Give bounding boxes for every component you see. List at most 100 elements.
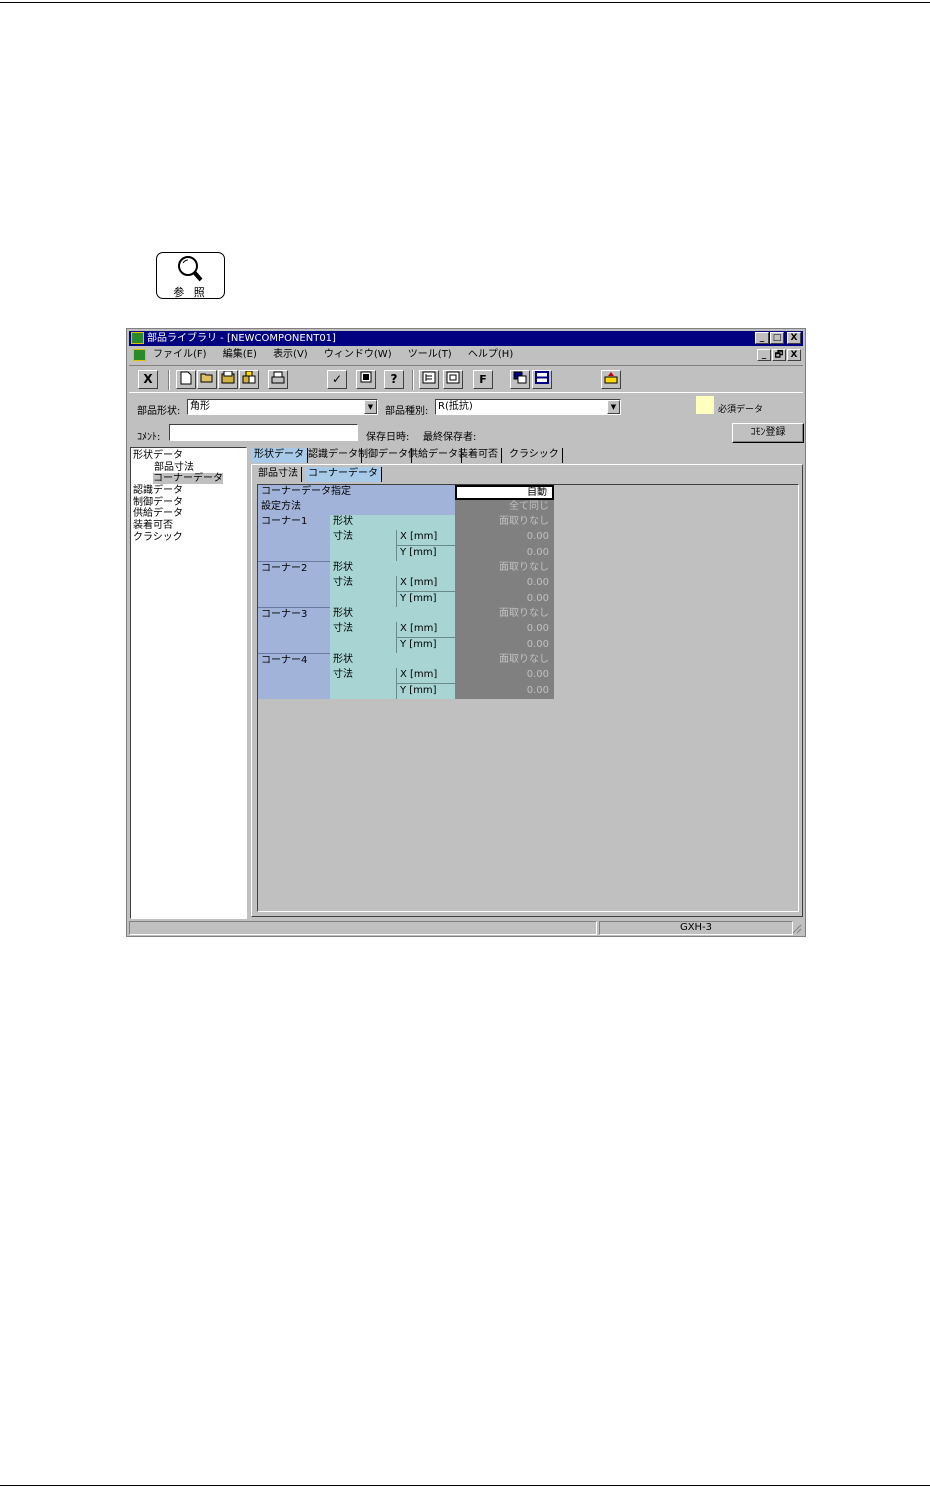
tree-item-part-size[interactable]: 部品寸法 (154, 462, 194, 473)
shape-select[interactable]: 角形 ▼ (187, 399, 378, 415)
corner-2-y-label: Y [mm] (396, 592, 455, 607)
toolbar-separator (168, 370, 170, 390)
font-icon[interactable]: F (473, 370, 493, 389)
corner-1-x-value[interactable]: 0.00 (455, 530, 554, 546)
tree-item-corner-data[interactable]: コーナーデータ (153, 473, 223, 484)
save-all-icon[interactable] (239, 370, 259, 389)
corner-3-shape-value[interactable]: 面取りなし (455, 607, 554, 622)
corner-3-shape-label: 形状 (330, 607, 455, 622)
comment-input[interactable] (169, 424, 358, 441)
toolbar-separator (412, 370, 414, 390)
doc-restore-button[interactable]: 🗗 (772, 349, 786, 361)
tab-supply-data[interactable]: 供給データ (405, 448, 462, 463)
corner-spec-value[interactable]: 自動 (455, 485, 554, 500)
menu-view[interactable]: 表示(V) (273, 347, 308, 363)
method-label: 設定方法 (258, 500, 455, 515)
tab-classic[interactable]: クラシック (506, 448, 563, 463)
corner-4-label: コーナー4 (258, 653, 330, 699)
new-icon[interactable] (176, 370, 196, 389)
corner-2-x-value[interactable]: 0.00 (455, 576, 554, 592)
close-button[interactable]: X (787, 332, 801, 344)
tree-item-supply-data[interactable]: 供給データ (133, 508, 183, 519)
tree-item-recognition-data[interactable]: 認識データ (133, 485, 183, 496)
menu-window[interactable]: ウィンドウ(W) (324, 347, 392, 363)
help-icon[interactable]: ? (384, 370, 404, 389)
menu-help[interactable]: ヘルプ(H) (468, 347, 513, 363)
split-icon[interactable] (532, 370, 552, 389)
tree-view: 形状データ 部品寸法 コーナーデータ 認識データ 制御データ 供給データ 装着可… (130, 447, 247, 919)
corner-3-x-value[interactable]: 0.00 (455, 622, 554, 638)
save-icon[interactable] (218, 370, 238, 389)
status-panel-main (129, 921, 597, 935)
tree-item-classic[interactable]: クラシック (133, 532, 183, 543)
check-icon[interactable]: ✓ (327, 370, 347, 389)
app-window: 部品ライブラリ - [NEWCOMPONENT01] _ □ X ファイル(F)… (126, 328, 806, 937)
corner-3-y-value[interactable]: 0.00 (455, 638, 554, 653)
corner-4-shape-label: 形状 (330, 653, 455, 668)
status-machine: GXH-3 (599, 921, 793, 935)
window-icon[interactable] (510, 370, 530, 389)
corner-1-x-label: X [mm] (396, 530, 455, 546)
menu-tools[interactable]: ツール(T) (408, 347, 452, 363)
corner-4-x-label: X [mm] (396, 668, 455, 684)
corner-1-shape-value[interactable]: 面取りなし (455, 515, 554, 530)
corner-1-size-label: 寸法 (330, 530, 396, 561)
maximize-button[interactable]: □ (770, 332, 784, 344)
tree-item-mount-enable[interactable]: 装着可否 (133, 520, 173, 531)
tab-recognition-data[interactable]: 認識データ (305, 448, 362, 463)
tab-control-data[interactable]: 制御データ (355, 448, 412, 463)
corner-4-y-value[interactable]: 0.00 (455, 684, 554, 699)
corner-2-label: コーナー2 (258, 561, 330, 607)
corner-2-shape-value[interactable]: 面取りなし (455, 561, 554, 576)
properties-row: 部品形状: 角形 ▼ 部品種別: R(抵抗) ▼ 必須データ (129, 395, 803, 419)
corner-1-shape-label: 形状 (330, 515, 455, 530)
content-pane: 形状データ 認識データ 制御データ 供給データ 装着可否 クラシック 部品寸法 … (249, 447, 805, 919)
common-register-button[interactable]: ｺﾓﾝ登録 (732, 423, 804, 443)
chevron-down-icon[interactable]: ▼ (364, 400, 377, 414)
shape-value: 角形 (190, 401, 210, 412)
grid-area: コーナーデータ指定 自動 設定方法 全て同じ コーナー1 形状 面取りなし 寸法… (257, 484, 799, 912)
minimize-button[interactable]: _ (755, 332, 769, 344)
corner-1-y-value[interactable]: 0.00 (455, 546, 554, 561)
required-swatch (696, 396, 714, 414)
type-label: 部品種別: (385, 406, 429, 417)
corner-2-size-label: 寸法 (330, 576, 396, 607)
subtab-corner-data[interactable]: コーナーデータ (305, 467, 382, 482)
image-icon[interactable] (443, 370, 463, 389)
page-top-rule (0, 2, 930, 3)
doc-minimize-button[interactable]: _ (757, 349, 771, 361)
tree-item-shape-data[interactable]: 形状データ (133, 450, 183, 461)
chevron-down-icon[interactable]: ▼ (607, 400, 620, 414)
method-value[interactable]: 全て同じ (455, 500, 554, 515)
comment-row: ｺﾒﾝﾄ: 保存日時: 最終保存者: ｺﾓﾝ登録 (129, 421, 804, 445)
menu-file[interactable]: ファイル(F) (153, 347, 207, 363)
menu-edit[interactable]: 編集(E) (223, 347, 257, 363)
tree-icon[interactable] (419, 370, 439, 389)
title-bar: 部品ライブラリ - [NEWCOMPONENT01] _ □ X (129, 331, 803, 346)
status-bar: GXH-3 (129, 921, 803, 935)
type-select[interactable]: R(抵抗) ▼ (435, 399, 621, 415)
corner-3-y-label: Y [mm] (396, 638, 455, 653)
document-icon (133, 349, 146, 361)
register-icon[interactable] (356, 370, 376, 389)
corner-2-x-label: X [mm] (396, 576, 455, 592)
close-icon[interactable]: X (138, 370, 158, 389)
tab-shape-data[interactable]: 形状データ (251, 448, 308, 463)
tab-mount-enable[interactable]: 装着可否 (455, 448, 502, 463)
tree-item-control-data[interactable]: 制御データ (133, 497, 183, 508)
required-label: 必須データ (718, 405, 764, 415)
corner-1-label: コーナー1 (258, 515, 330, 561)
page-bottom-rule (0, 1485, 930, 1486)
corner-4-shape-value[interactable]: 面取りなし (455, 653, 554, 668)
corner-2-y-value[interactable]: 0.00 (455, 592, 554, 607)
print-icon[interactable] (268, 370, 288, 389)
subtab-part-size[interactable]: 部品寸法 (255, 467, 302, 482)
export-icon[interactable] (601, 370, 621, 389)
open-icon[interactable] (197, 370, 217, 389)
corner-3-label: コーナー3 (258, 607, 330, 653)
corner-4-x-value[interactable]: 0.00 (455, 668, 554, 684)
menu-bar: ファイル(F) 編集(E) 表示(V) ウィンドウ(W) ツール(T) ヘルプ(… (129, 347, 803, 363)
doc-close-button[interactable]: X (787, 349, 801, 361)
resize-grip-icon[interactable] (791, 923, 802, 934)
corner-1-y-label: Y [mm] (396, 546, 455, 561)
